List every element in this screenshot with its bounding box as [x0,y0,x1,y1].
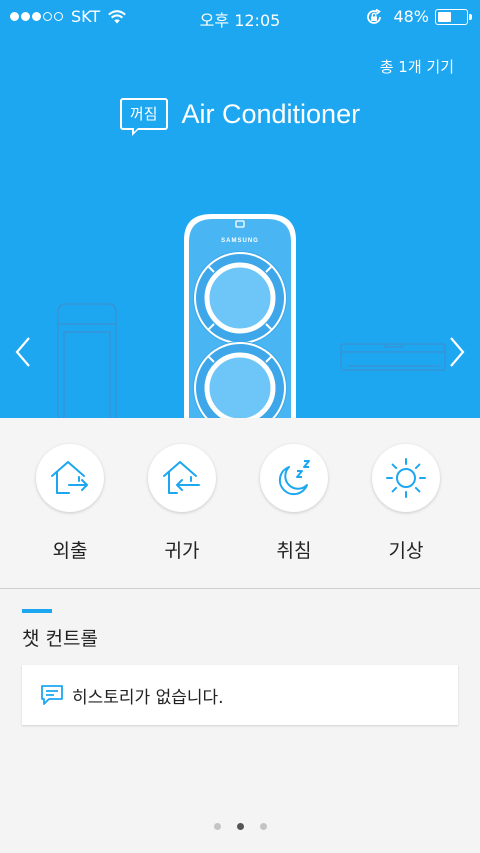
battery-icon [435,8,472,25]
mode-label: 기상 [388,540,424,562]
page-dot-active[interactable] [236,823,244,830]
mode-label: 귀가 [164,540,200,562]
rotation-lock-icon [367,8,382,24]
page-dot[interactable] [213,823,221,830]
mode-label: 외출 [52,540,88,562]
home-in-icon [163,461,200,494]
chat-history-card[interactable]: 히스토리가 없습니다. [22,665,458,725]
hero-panel: SKT 오후 12:05 48% 총 1개 기기 꺼짐 Air Conditio… [0,0,480,418]
mode-wake[interactable]: 기상 [371,444,441,563]
device-carousel[interactable]: SAMSUNG [0,200,480,418]
page-indicator [0,823,480,830]
mode-sleep[interactable]: 취침 [259,444,329,563]
mode-home[interactable]: 귀가 [147,444,217,563]
chat-control-section: 챗 컨트롤 히스토리가 없습니다. [0,589,480,853]
power-state-badge: 꺼짐 [119,98,168,136]
mode-label: 취침 [276,540,312,562]
chat-bubble-icon [41,685,63,705]
home-out-icon [51,461,88,494]
history-empty-message: 히스토리가 없습니다. [72,687,224,708]
sun-icon [386,458,426,498]
chat-control-title: 챗 컨트롤 [22,628,98,650]
right-device-preview [340,343,446,371]
status-bar: SKT 오후 12:05 48% [0,0,480,34]
left-device-preview [57,303,117,418]
battery-percent: 48% [393,7,429,26]
moon-sleep-icon [278,460,310,496]
air-conditioner-image: SAMSUNG [184,214,296,418]
brand-logo: SAMSUNG [221,238,259,244]
chevron-left-icon[interactable] [12,336,34,368]
chevron-right-icon[interactable] [446,336,468,368]
device-title-row: 꺼짐 Air Conditioner [0,92,480,136]
device-count[interactable]: 총 1개 기기 [380,56,454,77]
mode-away[interactable]: 외출 [35,444,105,563]
page-dot[interactable] [259,823,267,830]
mode-buttons: 외출 귀가 취침 기상 [0,418,480,588]
device-name: Air Conditioner [181,98,361,129]
section-accent-line [22,609,52,613]
